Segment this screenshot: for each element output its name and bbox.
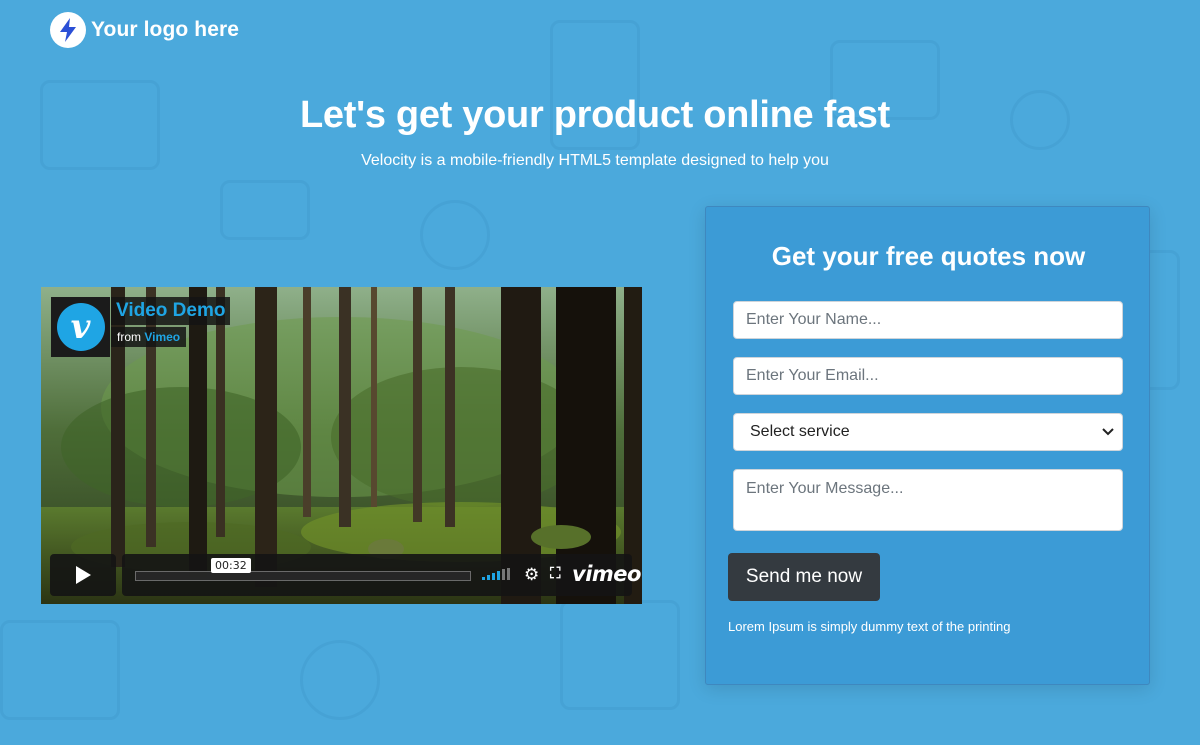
message-textarea[interactable] bbox=[733, 469, 1123, 531]
video-from-label: from bbox=[117, 330, 141, 344]
video-player[interactable]: v Video Demo from Vimeo 00:32 ⚙ ⛶ vimeo bbox=[41, 287, 642, 604]
progress-bar[interactable]: 00:32 bbox=[135, 558, 471, 581]
form-note: Lorem Ipsum is simply dummy text of the … bbox=[728, 619, 1011, 634]
video-source: from Vimeo bbox=[111, 327, 187, 347]
send-button[interactable]: Send me now bbox=[728, 553, 880, 601]
play-icon bbox=[76, 566, 91, 584]
video-title[interactable]: Video Demo bbox=[111, 297, 231, 325]
quote-form-card: Get your free quotes now Select service … bbox=[705, 206, 1150, 685]
video-source-link[interactable]: Vimeo bbox=[144, 330, 180, 344]
lightning-bolt-icon bbox=[50, 12, 86, 48]
timecode: 00:32 bbox=[211, 558, 251, 573]
vimeo-logo-icon: v bbox=[56, 303, 105, 351]
fullscreen-icon[interactable]: ⛶ bbox=[550, 565, 561, 582]
email-input[interactable] bbox=[733, 357, 1123, 395]
settings-gear-icon[interactable]: ⚙ bbox=[524, 565, 539, 585]
form-title: Get your free quotes now bbox=[771, 241, 1086, 271]
service-select-value: Select service bbox=[750, 423, 850, 440]
logo[interactable]: Your logo here bbox=[50, 12, 239, 48]
volume-icon[interactable] bbox=[482, 568, 510, 580]
vimeo-brand-link[interactable]: vimeo bbox=[572, 562, 641, 586]
chevron-down-icon bbox=[1102, 428, 1114, 436]
video-controls: 00:32 ⚙ ⛶ vimeo bbox=[50, 554, 641, 596]
play-button[interactable] bbox=[50, 554, 116, 596]
name-input[interactable] bbox=[733, 301, 1123, 339]
video-control-bar: 00:32 ⚙ ⛶ vimeo bbox=[122, 554, 641, 596]
service-select[interactable]: Select service bbox=[733, 413, 1123, 451]
hero-title: Let's get your product online fast bbox=[300, 94, 890, 136]
hero-subtitle: Velocity is a mobile-friendly HTML5 temp… bbox=[361, 152, 829, 169]
logo-text: Your logo here bbox=[91, 18, 240, 41]
vimeo-badge[interactable]: v bbox=[51, 297, 110, 357]
